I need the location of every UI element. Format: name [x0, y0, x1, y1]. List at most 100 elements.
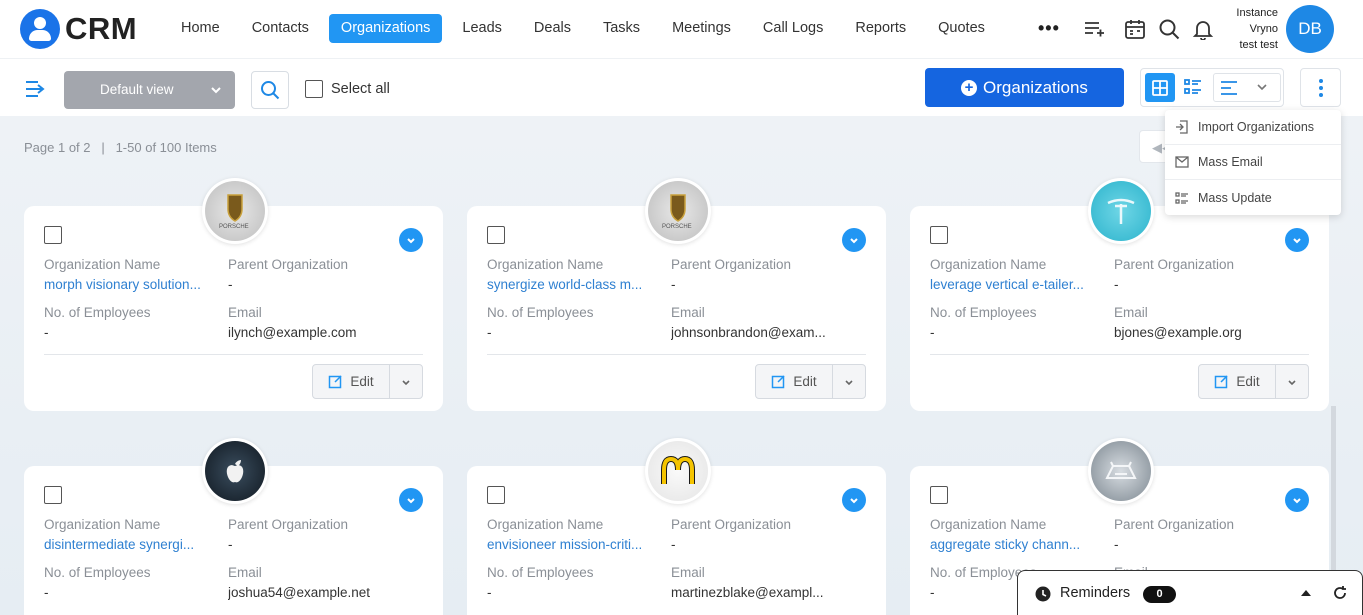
range-text: 1-50 of 100 Items [115, 140, 217, 155]
reminders-panel[interactable]: Reminders 0 [1017, 570, 1363, 615]
org-name-link[interactable]: envisioneer mission-criti... [487, 537, 662, 552]
card-expand-button[interactable] [1285, 488, 1309, 512]
parent-org-label: Parent Organization [1114, 257, 1235, 272]
card-expand-button[interactable] [842, 228, 866, 252]
list-view-icon[interactable] [1219, 79, 1239, 97]
email-value[interactable]: martinezblake@exampl... [671, 585, 861, 600]
org-name-link[interactable]: aggregate sticky chann... [930, 537, 1105, 552]
menu-mass-update[interactable]: Mass Update [1165, 180, 1341, 215]
chevron-down-icon [402, 379, 410, 385]
search-icon[interactable] [1158, 18, 1180, 40]
org-name-link[interactable]: leverage vertical e-tailer... [930, 277, 1105, 292]
car-logo-icon [1091, 441, 1151, 501]
card-expand-button[interactable] [842, 488, 866, 512]
edit-dropdown-button[interactable] [833, 365, 865, 398]
nav-deals[interactable]: Deals [522, 14, 583, 43]
kebab-dot [1319, 86, 1323, 90]
search-button[interactable] [251, 71, 289, 109]
organization-card: PORSCHE Organization Name Parent Organiz… [467, 178, 886, 411]
menu-mass-email[interactable]: Mass Email [1165, 145, 1341, 180]
nav-meetings[interactable]: Meetings [660, 14, 743, 43]
expand-sidebar-icon[interactable] [24, 79, 48, 99]
org-name-link[interactable]: morph visionary solution... [44, 277, 219, 292]
select-all[interactable]: Select all [305, 80, 390, 98]
grid-view-button[interactable] [1145, 73, 1175, 102]
svg-text:PORSCHE: PORSCHE [219, 224, 249, 230]
reminders-count-badge: 0 [1143, 586, 1176, 603]
card-divider [487, 354, 866, 355]
nav-organizations[interactable]: Organizations [328, 14, 443, 43]
chevron-down-icon [407, 498, 415, 504]
add-list-icon[interactable] [1083, 18, 1105, 40]
nav-tasks[interactable]: Tasks [591, 14, 652, 43]
avatar[interactable]: DB [1286, 5, 1334, 53]
chevron-down-icon [211, 87, 221, 94]
search-icon [261, 81, 280, 100]
nav-home[interactable]: Home [169, 14, 232, 43]
app-logo[interactable]: CRM [20, 9, 137, 49]
org-name-link[interactable]: synergize world-class m... [487, 277, 662, 292]
card-checkbox[interactable] [44, 226, 62, 244]
calendar-icon[interactable] [1124, 18, 1146, 40]
chevron-down-icon [1288, 379, 1296, 385]
card-expand-button[interactable] [399, 228, 423, 252]
chevron-down-icon [1293, 498, 1301, 504]
nav-quotes[interactable]: Quotes [926, 14, 997, 43]
main-nav: Home Contacts Organizations Leads Deals … [169, 14, 1005, 43]
card-checkbox[interactable] [487, 226, 505, 244]
chevron-down-icon [1293, 238, 1301, 244]
card-checkbox[interactable] [930, 486, 948, 504]
employees-value: - [930, 325, 935, 340]
nav-contacts[interactable]: Contacts [240, 14, 321, 43]
bell-icon[interactable] [1192, 18, 1214, 40]
menu-import-organizations[interactable]: Import Organizations [1165, 110, 1341, 145]
email-value[interactable]: ilynch@example.com [228, 325, 418, 340]
org-logo [645, 438, 711, 504]
email-value[interactable]: johnsonbrandon@exam... [671, 325, 861, 340]
add-organization-button[interactable]: + Organizations [925, 68, 1124, 107]
edit-dropdown-button[interactable] [390, 365, 422, 398]
card-checkbox[interactable] [930, 226, 948, 244]
caret-up-icon[interactable] [1300, 589, 1312, 597]
organization-card: Organization Name Parent Organization le… [910, 178, 1329, 411]
more-actions-button[interactable] [1300, 68, 1341, 107]
select-all-checkbox[interactable] [305, 80, 323, 98]
more-nav-icon[interactable]: ••• [1038, 18, 1060, 39]
org-logo [1088, 438, 1154, 504]
edit-button[interactable]: Edit [1199, 365, 1276, 398]
pagination-info: Page 1 of 2 | 1-50 of 100 Items [24, 140, 217, 155]
nav-leads[interactable]: Leads [450, 14, 514, 43]
edit-dropdown-button[interactable] [1276, 365, 1308, 398]
clock-icon [1035, 586, 1051, 602]
email-value[interactable]: joshua54@example.net [228, 585, 418, 600]
menu-item-label: Import Organizations [1198, 120, 1315, 134]
employees-value: - [930, 585, 935, 600]
porsche-logo-icon: PORSCHE [205, 181, 265, 241]
edit-button[interactable]: Edit [313, 365, 390, 398]
org-name-label: Organization Name [487, 257, 604, 272]
email-value[interactable]: bjones@example.org [1114, 325, 1304, 340]
organization-card: Organization Name Parent Organization di… [24, 438, 443, 615]
view-select[interactable]: Default view [64, 71, 235, 109]
org-name-label: Organization Name [930, 257, 1047, 272]
parent-org-value: - [1114, 277, 1119, 292]
svg-text:PORSCHE: PORSCHE [662, 224, 692, 230]
parent-org-label: Parent Organization [1114, 517, 1235, 532]
card-expand-button[interactable] [1285, 228, 1309, 252]
employees-value: - [44, 325, 49, 340]
top-navbar: CRM Home Contacts Organizations Leads De… [0, 0, 1363, 58]
edit-icon [772, 375, 785, 389]
org-name-link[interactable]: disintermediate synergi... [44, 537, 219, 552]
nav-reports[interactable]: Reports [843, 14, 918, 43]
card-divider [930, 354, 1309, 355]
chevron-down-icon [845, 379, 853, 385]
card-checkbox[interactable] [487, 486, 505, 504]
card-expand-button[interactable] [399, 488, 423, 512]
card-checkbox[interactable] [44, 486, 62, 504]
parent-org-label: Parent Organization [228, 257, 349, 272]
detail-list-icon[interactable] [1183, 77, 1203, 97]
chevron-down-icon[interactable] [1255, 80, 1269, 94]
edit-button[interactable]: Edit [756, 365, 833, 398]
nav-call-logs[interactable]: Call Logs [751, 14, 835, 43]
refresh-icon[interactable] [1332, 585, 1348, 601]
